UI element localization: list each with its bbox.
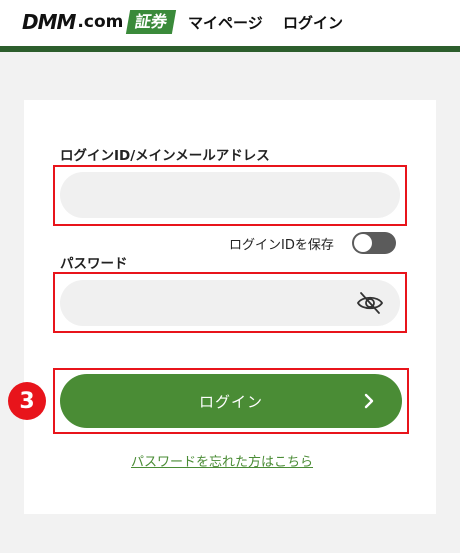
save-login-id-label: ログインIDを保存 [229, 238, 334, 253]
header-accent-bar [0, 46, 460, 52]
nav-mypage-link[interactable]: マイページ [188, 12, 263, 33]
chevron-right-icon [364, 393, 374, 409]
forgot-password-link[interactable]: パスワードを忘れた方はこちら [131, 451, 313, 470]
logo-securities-badge: 証券 [126, 10, 177, 34]
save-login-id-toggle[interactable] [352, 232, 396, 254]
dmm-securities-logo[interactable]: DMM .com 証券 [22, 9, 177, 35]
login-button-label: ログイン [198, 392, 263, 411]
password-label: パスワード [60, 256, 128, 272]
step-number-badge: 3 [8, 382, 46, 420]
login-id-label: ログインID/メインメールアドレス [60, 148, 270, 164]
eye-slash-icon[interactable] [356, 291, 384, 315]
toggle-knob [354, 234, 372, 252]
password-input[interactable] [60, 280, 400, 326]
logo-com-text: .com [77, 12, 124, 32]
site-header: DMM .com 証券 マイページ ログイン [0, 0, 460, 46]
login-button[interactable]: ログイン [60, 374, 402, 428]
logo-dmm-text: DMM [22, 10, 76, 34]
login-id-input[interactable] [60, 172, 400, 218]
nav-login-link[interactable]: ログイン [283, 12, 343, 33]
